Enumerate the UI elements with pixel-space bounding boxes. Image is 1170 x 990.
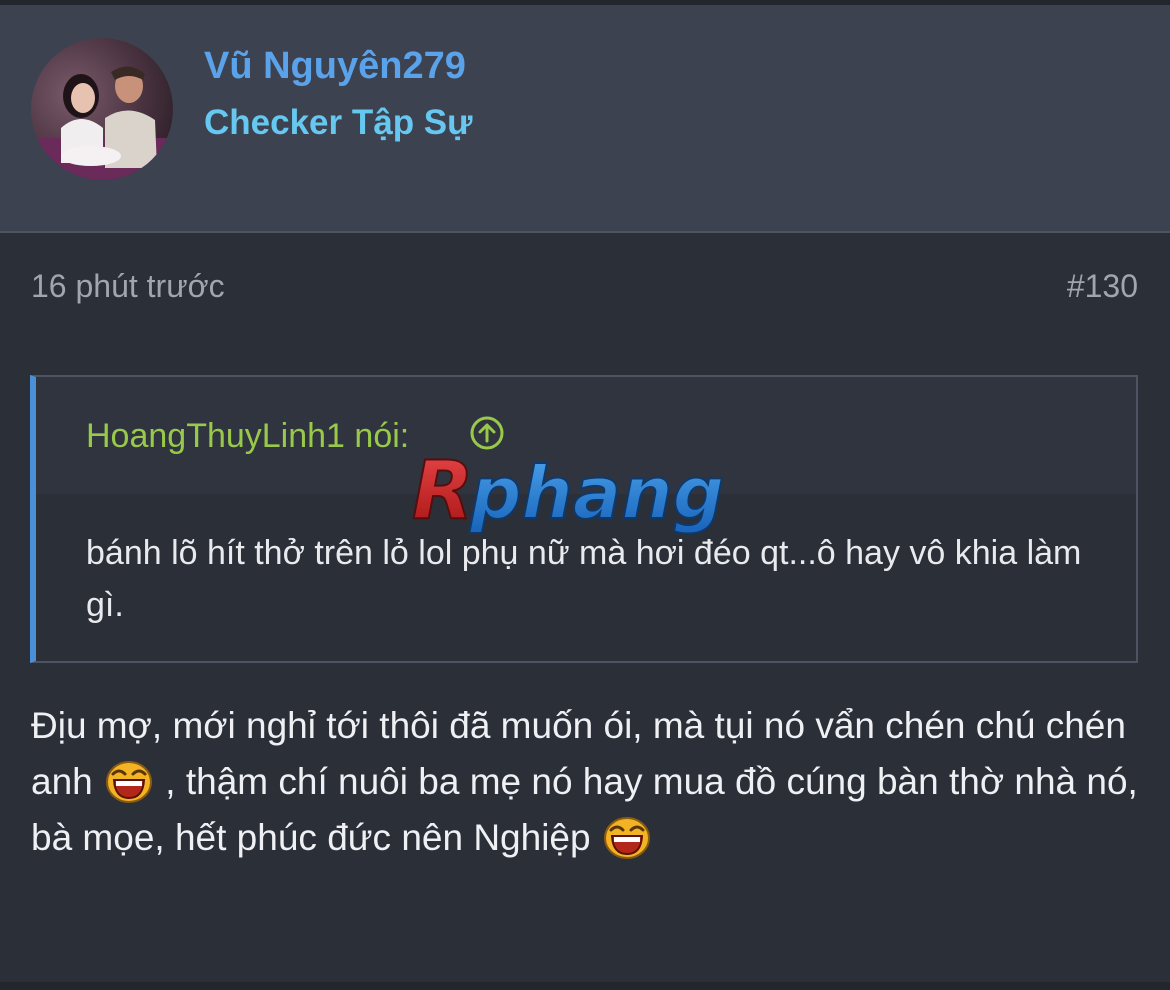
post-header: Vũ Nguyên279 Checker Tập Sự [0,5,1170,233]
user-rank-title: Checker Tập Sự [204,103,473,142]
post-number[interactable]: #130 [1067,268,1138,305]
bottom-divider [0,982,1170,990]
watermark-logo: R phang [408,443,768,546]
user-avatar[interactable] [31,38,173,180]
laughing-emoji-icon [603,816,651,860]
svg-text:R: R [412,446,474,537]
message-paragraph: Địu mợ, mới nghỉ tới thôi đã muốn ói, mà… [31,698,1141,810]
message-text-line2: bà mọe, hết phúc đức nên Nghiệp [31,817,591,858]
svg-text:phang: phang [469,451,724,535]
username[interactable]: Vũ Nguyên279 [204,45,466,88]
message-paragraph: bà mọe, hết phúc đức nên Nghiệp [31,810,1141,866]
message-text-part2: , thậm chí nuôi ba mẹ nó hay mua đồ cúng… [165,761,1138,802]
laughing-emoji-icon [105,760,153,804]
quote-author[interactable]: HoangThuyLinh1 nói: [86,417,409,456]
post-message: Địu mợ, mới nghỉ tới thôi đã muốn ói, mà… [31,698,1141,866]
post-timestamp[interactable]: 16 phút trước [31,268,225,305]
post-page: Vũ Nguyên279 Checker Tập Sự 16 phút trướ… [0,0,1170,990]
